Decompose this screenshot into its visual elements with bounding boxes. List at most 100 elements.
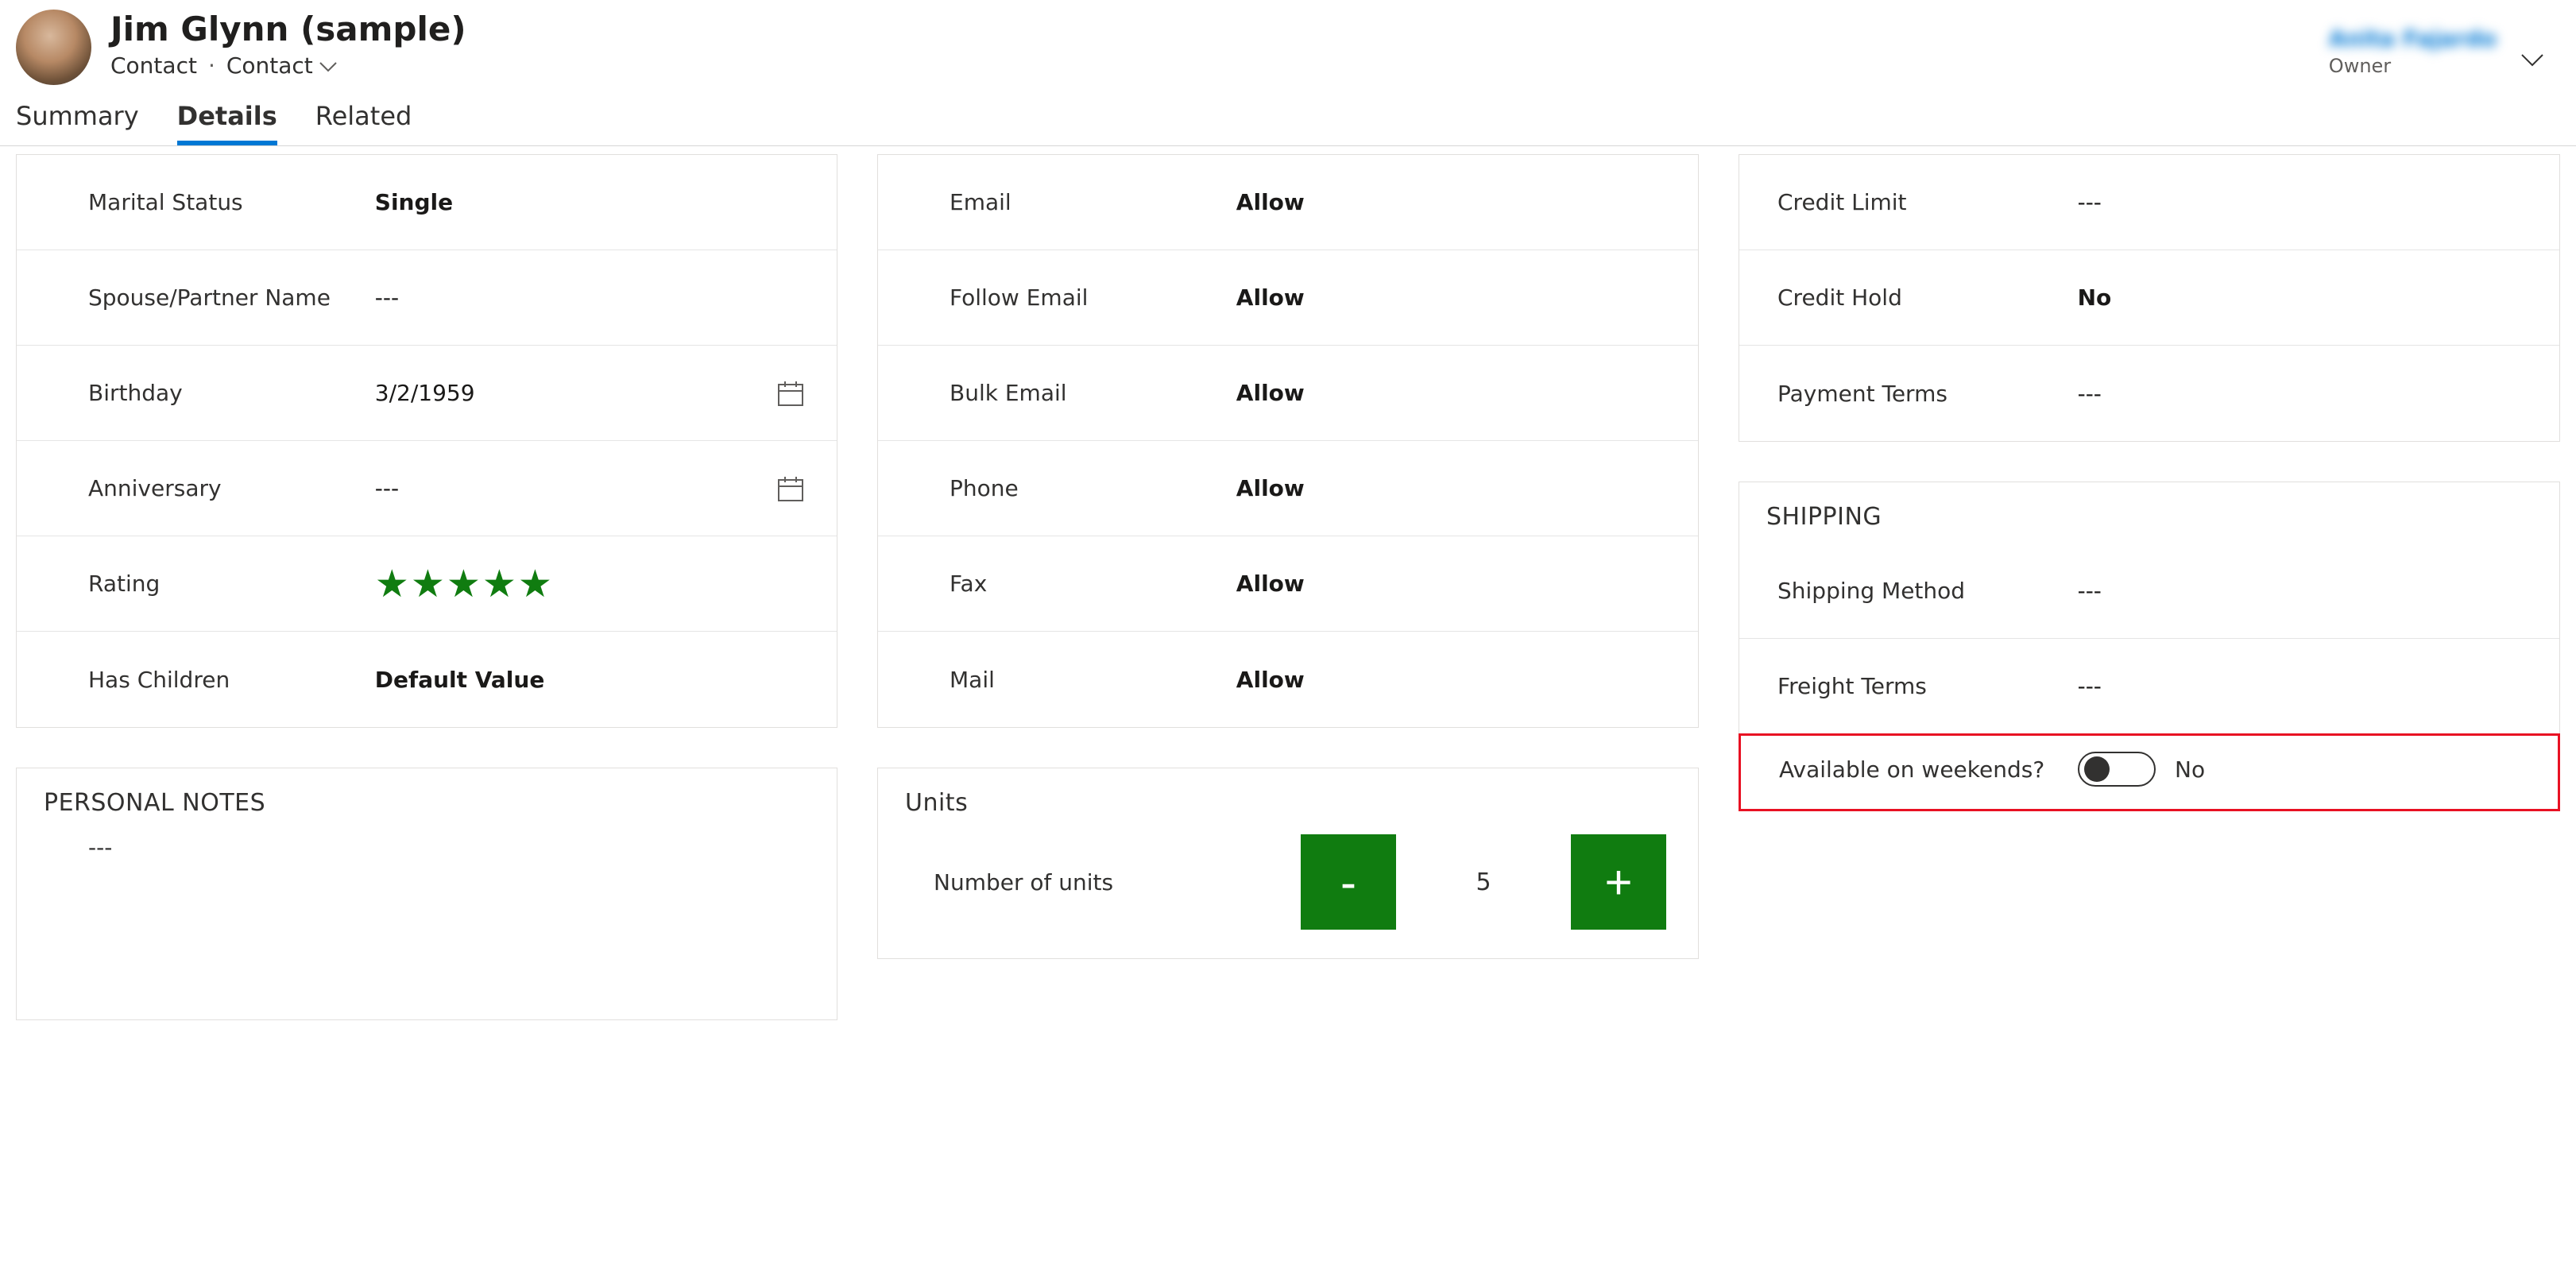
chevron-down-icon [2520,25,2544,73]
tab-related[interactable]: Related [315,101,412,145]
label: Number of units [934,869,1285,895]
value: 3/2/1959 [375,380,767,406]
notes-value[interactable]: --- [17,830,837,1019]
field-follow-email[interactable]: Follow Email Allow [878,250,1698,346]
label: Anniversary [88,475,375,501]
field-payment-terms[interactable]: Payment Terms --- [1739,346,2559,441]
label: Birthday [88,380,375,406]
avatar [16,10,91,85]
label: Mail [950,667,1236,693]
label: Rating [88,571,375,597]
label: Credit Hold [1777,284,2078,311]
label: Credit Limit [1777,189,2078,215]
field-email[interactable]: Email Allow [878,155,1698,250]
column-middle: Email Allow Follow Email Allow Bulk Emai… [877,154,1699,959]
field-credit-hold[interactable]: Credit Hold No [1739,250,2559,346]
billing-card: Credit Limit --- Credit Hold No Payment … [1739,154,2560,442]
increment-button[interactable]: + [1571,834,1666,930]
field-marital-status[interactable]: Marital Status Single [17,155,837,250]
label: Bulk Email [950,380,1236,406]
field-fax[interactable]: Fax Allow [878,536,1698,632]
value: --- [2078,381,2528,407]
value: Allow [1236,380,1666,406]
field-shipping-method[interactable]: Shipping Method --- [1739,543,2559,639]
label: Spouse/Partner Name [88,284,375,311]
star-icon: ★ [411,565,445,603]
units-value[interactable]: 5 [1396,868,1571,896]
label: Fax [950,571,1236,597]
label: Shipping Method [1777,578,2078,604]
label: Payment Terms [1777,381,2078,407]
page-title: Jim Glynn (sample) [110,11,2310,48]
column-right: Credit Limit --- Credit Hold No Payment … [1739,154,2560,811]
value: --- [375,475,767,501]
owner-label: Owner [2329,55,2497,77]
units-control: Number of units - 5 + [878,822,1698,958]
section-title: Units [878,768,1698,822]
value: --- [2078,578,2528,604]
entity-name: Contact [110,52,197,79]
field-has-children[interactable]: Has Children Default Value [17,632,837,727]
value: ★ ★ ★ ★ ★ [375,565,805,603]
subtitle: Contact · Contact [110,52,2310,79]
section-title: PERSONAL NOTES [17,768,837,830]
section-title: SHIPPING [1739,482,2559,543]
label: Follow Email [950,284,1236,311]
label: Has Children [88,667,375,693]
label: Marital Status [88,189,375,215]
record-header: Jim Glynn (sample) Contact · Contact Ani… [0,0,2576,85]
decrement-button[interactable]: - [1301,834,1396,930]
column-left: Marital Status Single Spouse/Partner Nam… [16,154,837,1020]
value: Allow [1236,189,1666,215]
personal-card: Marital Status Single Spouse/Partner Nam… [16,154,837,728]
calendar-icon[interactable] [767,474,805,503]
contact-prefs-card: Email Allow Follow Email Allow Bulk Emai… [877,154,1699,728]
field-freight-terms[interactable]: Freight Terms --- [1739,639,2559,734]
value: Allow [1236,475,1666,501]
owner-value: Anita Fajardo [2329,25,2497,52]
chevron-down-icon [319,52,337,79]
value: --- [375,284,805,311]
label: Email [950,189,1236,215]
value: --- [2078,189,2528,215]
field-available-weekends: Available on weekends? No [1739,733,2560,811]
title-block: Jim Glynn (sample) Contact · Contact [110,10,2310,79]
value: No [2078,284,2528,311]
field-bulk-email[interactable]: Bulk Email Allow [878,346,1698,441]
personal-notes-card: PERSONAL NOTES --- [16,768,837,1020]
label: Phone [950,475,1236,501]
field-spouse[interactable]: Spouse/Partner Name --- [17,250,837,346]
field-rating[interactable]: Rating ★ ★ ★ ★ ★ [17,536,837,632]
field-credit-limit[interactable]: Credit Limit --- [1739,155,2559,250]
form-switcher[interactable]: Contact [226,52,337,79]
tab-details[interactable]: Details [177,101,277,145]
toggle-value: No [2175,756,2205,783]
tabs: Summary Details Related [0,85,2576,146]
field-birthday[interactable]: Birthday 3/2/1959 [17,346,837,441]
shipping-card: SHIPPING Shipping Method --- Freight Ter… [1739,482,2560,811]
tab-summary[interactable]: Summary [16,101,139,145]
value: Default Value [375,667,805,693]
field-mail[interactable]: Mail Allow [878,632,1698,727]
content: Marital Status Single Spouse/Partner Nam… [0,146,2576,1052]
calendar-icon[interactable] [767,379,805,408]
value: Allow [1236,284,1666,311]
value: Allow [1236,667,1666,693]
units-card: Units Number of units - 5 + [877,768,1699,959]
field-phone[interactable]: Phone Allow [878,441,1698,536]
separator-dot: · [208,52,215,79]
label: Available on weekends? [1779,756,2078,783]
star-icon: ★ [447,565,481,603]
field-anniversary[interactable]: Anniversary --- [17,441,837,536]
owner-block[interactable]: Anita Fajardo Owner [2329,10,2560,77]
star-rating[interactable]: ★ ★ ★ ★ ★ [375,565,805,603]
weekends-toggle[interactable] [2078,752,2156,787]
star-icon: ★ [482,565,516,603]
value: Allow [1236,571,1666,597]
quantity-stepper: - 5 + [1301,834,1666,930]
label: Freight Terms [1777,673,2078,699]
value: --- [2078,673,2528,699]
toggle-knob-icon [2084,756,2110,782]
star-icon: ★ [518,565,552,603]
form-name: Contact [226,52,313,79]
